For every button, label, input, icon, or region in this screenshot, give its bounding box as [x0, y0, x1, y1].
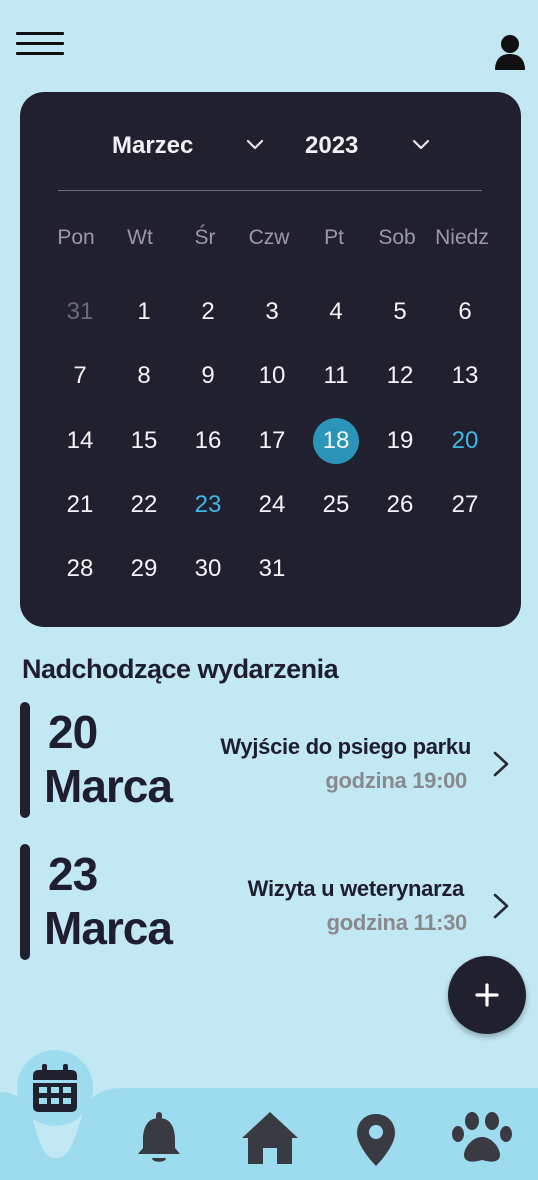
weekday-label: Pt: [324, 226, 344, 249]
chevron-right-icon[interactable]: [492, 750, 510, 778]
calendar-day[interactable]: 4: [304, 289, 368, 335]
location-pin-icon[interactable]: [355, 1112, 397, 1168]
calendar-day[interactable]: 13: [433, 353, 497, 399]
calendar-day[interactable]: 19: [368, 418, 432, 464]
weekday-label: Sob: [378, 226, 416, 249]
home-icon[interactable]: [240, 1110, 300, 1166]
bell-icon[interactable]: [135, 1110, 183, 1166]
chevron-down-icon[interactable]: [412, 138, 430, 152]
user-profile-icon[interactable]: [494, 34, 526, 70]
calendar-day[interactable]: 6: [433, 289, 497, 335]
event-day: 23: [48, 848, 98, 900]
weekday-label: Niedz: [435, 226, 489, 249]
calendar-icon[interactable]: [30, 1060, 80, 1116]
paw-icon[interactable]: [450, 1110, 514, 1166]
calendar-day-event[interactable]: 20: [433, 418, 497, 464]
event-accent-bar: [20, 844, 30, 960]
calendar-day[interactable]: 27: [433, 482, 497, 528]
calendar-divider: [58, 190, 482, 191]
calendar-day[interactable]: 17: [240, 418, 304, 464]
plus-icon: [475, 983, 499, 1007]
calendar-day[interactable]: 16: [176, 418, 240, 464]
calendar-day[interactable]: 30: [176, 546, 240, 592]
calendar-day[interactable]: 8: [112, 353, 176, 399]
weekday-label: Wt: [127, 226, 153, 249]
event-month: Marca: [44, 760, 173, 812]
calendar-day[interactable]: 22: [112, 482, 176, 528]
add-event-button[interactable]: [448, 956, 526, 1034]
calendar-day[interactable]: 21: [48, 482, 112, 528]
event-time: godzina 19:00: [325, 768, 467, 793]
calendar-day[interactable]: 24: [240, 482, 304, 528]
calendar-day[interactable]: 2: [176, 289, 240, 335]
event-month: Marca: [44, 902, 173, 954]
month-selector[interactable]: Marzec: [112, 132, 193, 160]
year-selector[interactable]: 2023: [305, 132, 358, 160]
event-accent-bar: [20, 702, 30, 818]
today-label: 18: [322, 427, 350, 454]
event-title: Wizyta u weterynarza: [247, 876, 465, 901]
calendar-day[interactable]: 1: [112, 289, 176, 335]
calendar-day[interactable]: 14: [48, 418, 112, 464]
event-card[interactable]: 20 Marca Wyjście do psiego parku godzina…: [0, 702, 538, 820]
event-card[interactable]: 23 Marca Wizyta u weterynarza godzina 11…: [0, 844, 538, 962]
calendar-day[interactable]: 25: [304, 482, 368, 528]
calendar-day[interactable]: 15: [112, 418, 176, 464]
calendar-day[interactable]: 11: [304, 353, 368, 399]
calendar-day[interactable]: 5: [368, 289, 432, 335]
calendar-day[interactable]: 10: [240, 353, 304, 399]
calendar-day[interactable]: 29: [112, 546, 176, 592]
calendar-day[interactable]: 9: [176, 353, 240, 399]
calendar-day[interactable]: 31: [240, 546, 304, 592]
calendar-day[interactable]: 26: [368, 482, 432, 528]
event-title: Wyjście do psiego parku: [220, 734, 471, 759]
section-title: Nadchodzące wydarzenia: [22, 654, 339, 684]
calendar-day[interactable]: 3: [240, 289, 304, 335]
calendar-day-prev-month[interactable]: 31: [48, 289, 112, 335]
weekday-label: Pon: [57, 226, 95, 249]
weekday-label: Śr: [194, 226, 216, 249]
chevron-right-icon[interactable]: [492, 892, 510, 920]
calendar-day[interactable]: 28: [48, 546, 112, 592]
event-day: 20: [48, 706, 98, 758]
calendar-day[interactable]: 7: [48, 353, 112, 399]
calendar-day[interactable]: 12: [368, 353, 432, 399]
calendar-day-today[interactable]: 18: [304, 418, 368, 464]
chevron-down-icon[interactable]: [246, 138, 264, 152]
event-time: godzina 11:30: [326, 910, 468, 935]
hamburger-menu-icon[interactable]: [16, 32, 64, 58]
weekday-label: Czw: [248, 226, 290, 249]
calendar-day-event[interactable]: 23: [176, 482, 240, 528]
